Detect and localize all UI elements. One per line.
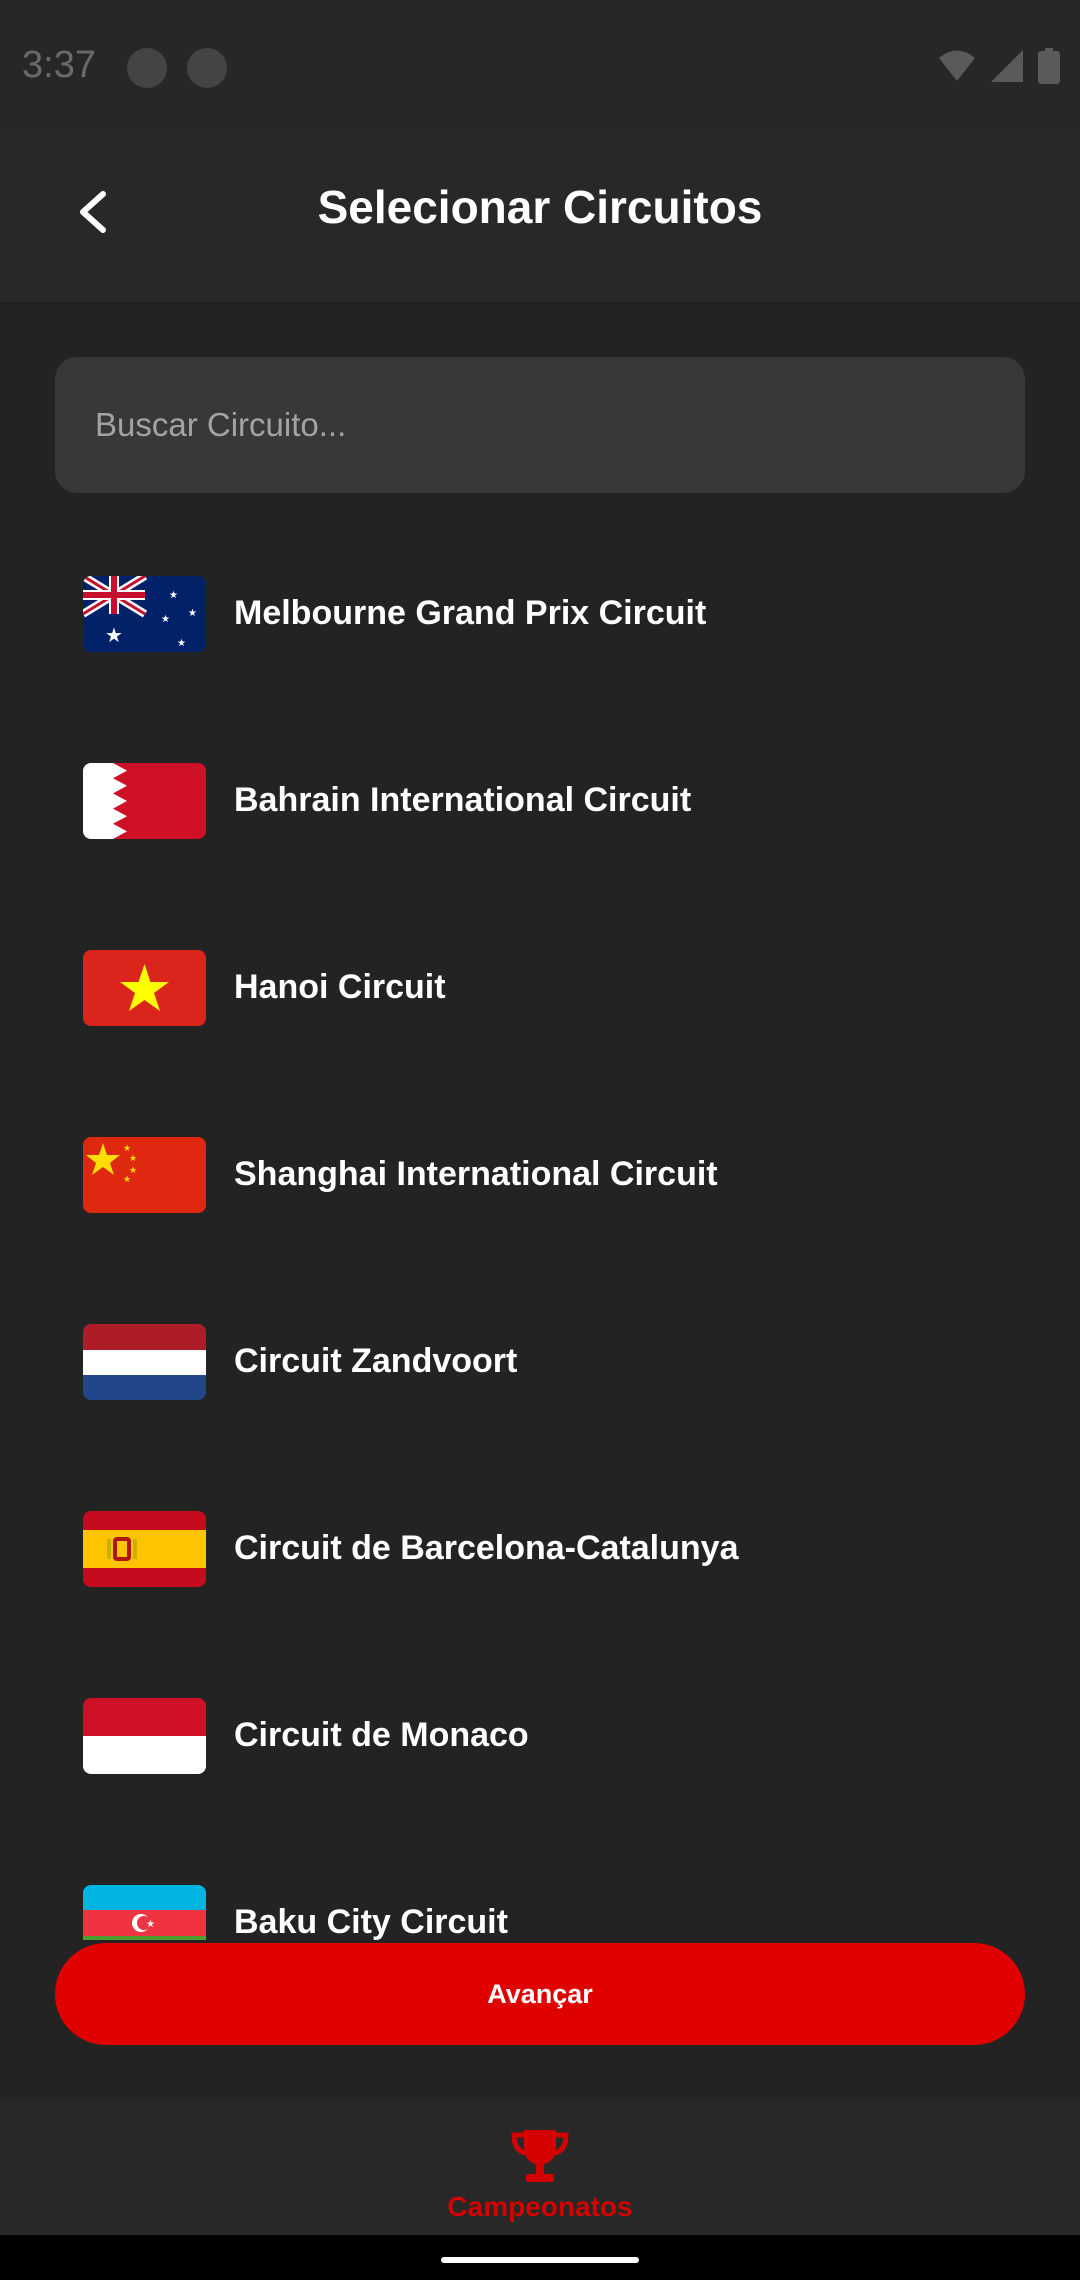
app-icon-2: [187, 48, 227, 88]
search-input[interactable]: [55, 357, 1025, 493]
circuit-name: Circuit Zandvoort: [234, 1342, 518, 1380]
status-icons: [938, 48, 1060, 84]
circuit-name: Baku City Circuit: [234, 1903, 508, 1940]
australia-flag-icon: ★ ★ ★ ★ ★: [83, 575, 206, 652]
monaco-flag-icon: [83, 1697, 206, 1774]
vietnam-flag-icon: [83, 949, 206, 1026]
svg-text:★: ★: [161, 614, 170, 625]
nav-item-campeonatos[interactable]: Campeonatos: [0, 2099, 1080, 2235]
circuit-name: Circuit de Monaco: [234, 1716, 529, 1754]
azerbaijan-flag-icon: ★: [83, 1884, 206, 1940]
svg-text:★: ★: [146, 1919, 155, 1930]
svg-text:★: ★: [177, 638, 186, 649]
list-item[interactable]: ★ Baku City Circuit: [0, 1829, 1080, 1940]
circuit-list: ★ ★ ★ ★ ★ Melbourne Grand Prix Circuit B…: [0, 520, 1080, 1940]
svg-text:★: ★: [188, 608, 197, 619]
circuit-name: Bahrain International Circuit: [234, 781, 692, 819]
battery-icon: [1038, 48, 1060, 84]
list-item[interactable]: Bahrain International Circuit: [0, 707, 1080, 894]
page-title: Selecionar Circuitos: [317, 181, 763, 233]
circuit-name: Melbourne Grand Prix Circuit: [234, 594, 707, 632]
app-header: Selecionar Circuitos: [0, 130, 1080, 304]
trophy-icon: [511, 2130, 569, 2182]
spain-flag-icon: [83, 1510, 206, 1587]
svg-text:★: ★: [123, 1143, 131, 1153]
list-item[interactable]: Circuit Zandvoort: [0, 1268, 1080, 1455]
list-item[interactable]: Circuit de Barcelona-Catalunya: [0, 1455, 1080, 1642]
circuit-name: Circuit de Barcelona-Catalunya: [234, 1529, 739, 1567]
svg-text:★: ★: [105, 625, 123, 647]
circuit-name: Shanghai International Circuit: [234, 1155, 718, 1193]
app-icon: [127, 48, 167, 88]
home-indicator[interactable]: [441, 2257, 639, 2263]
bottom-nav: Campeonatos: [0, 2099, 1080, 2235]
bahrain-flag-icon: [83, 762, 206, 839]
svg-text:★: ★: [123, 1174, 131, 1184]
nav-label: Campeonatos: [447, 2191, 633, 2222]
list-item[interactable]: ★ ★ ★ ★ Shanghai International Circuit: [0, 1081, 1080, 1268]
wifi-icon: [939, 50, 975, 81]
list-item[interactable]: ★ ★ ★ ★ ★ Melbourne Grand Prix Circuit: [0, 520, 1080, 707]
circuit-name: Hanoi Circuit: [234, 968, 446, 1006]
status-time: 3:37: [22, 44, 96, 86]
gesture-area: [0, 2235, 1080, 2280]
list-item[interactable]: Hanoi Circuit: [0, 894, 1080, 1081]
list-item[interactable]: Circuit de Monaco: [0, 1642, 1080, 1829]
status-bar: 3:37: [0, 0, 1080, 130]
advance-button[interactable]: Avançar: [55, 1943, 1025, 2045]
svg-text:★: ★: [129, 1153, 137, 1163]
netherlands-flag-icon: [83, 1323, 206, 1400]
china-flag-icon: ★ ★ ★ ★: [83, 1136, 206, 1213]
svg-text:★: ★: [169, 590, 178, 601]
signal-icon: [991, 50, 1023, 82]
